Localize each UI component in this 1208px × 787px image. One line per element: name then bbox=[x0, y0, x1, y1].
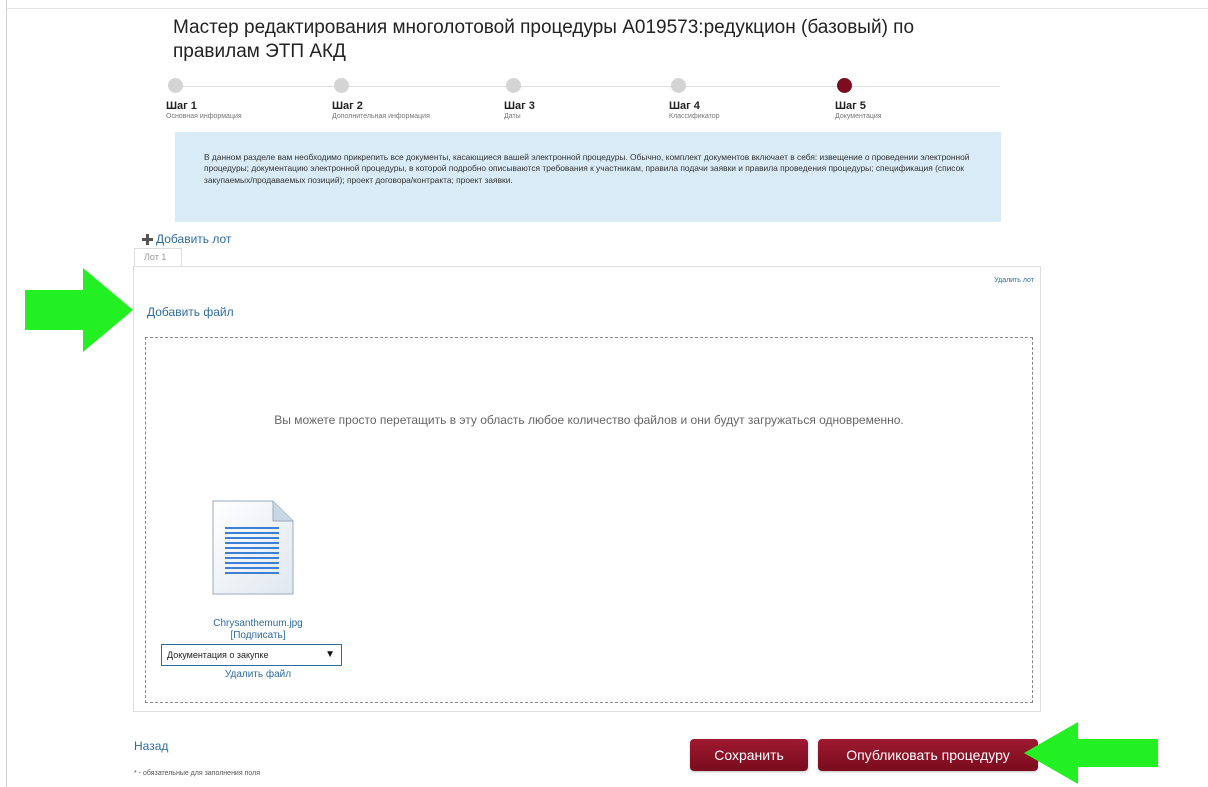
step-4[interactable]: Шаг 4 Классификатор bbox=[669, 78, 829, 122]
step-number: Шаг 1 bbox=[166, 100, 197, 112]
frame-border-top bbox=[6, 8, 1208, 9]
step-subtitle: Документация bbox=[835, 113, 882, 120]
page-title: Мастер редактирования многолотовой проце… bbox=[173, 17, 915, 62]
step-dot-active bbox=[837, 78, 852, 93]
add-file-link[interactable]: Добавить файл bbox=[147, 305, 234, 319]
step-number: Шаг 4 bbox=[669, 100, 700, 112]
dropdown-arrow-icon: ▼ bbox=[325, 649, 335, 660]
plus-icon bbox=[142, 233, 153, 245]
document-type-value: Документация о закупке bbox=[167, 650, 269, 660]
step-number: Шаг 2 bbox=[332, 100, 363, 112]
file-name-link[interactable]: Chrysanthemum.jpg bbox=[183, 618, 333, 630]
document-type-select[interactable]: Документация о закупке ▼ bbox=[161, 644, 342, 666]
annotation-arrow-left-icon bbox=[1024, 722, 1158, 784]
delete-lot-link[interactable]: Удалить лот bbox=[994, 277, 1034, 284]
step-dot bbox=[671, 78, 686, 93]
step-number: Шаг 5 bbox=[835, 100, 866, 112]
step-2[interactable]: Шаг 2 Дополнительная информация bbox=[332, 78, 492, 122]
step-dot bbox=[334, 78, 349, 93]
add-lot-label: Добавить лот bbox=[156, 232, 232, 246]
frame-border-left bbox=[6, 0, 7, 787]
wizard-steps: Шаг 1 Основная информация Шаг 2 Дополнит… bbox=[166, 78, 1006, 128]
step-subtitle: Даты bbox=[504, 113, 521, 120]
step-number: Шаг 3 bbox=[504, 100, 535, 112]
lot-panel: Удалить лот Добавить файл Вы можете прос… bbox=[133, 266, 1041, 712]
document-file-icon[interactable] bbox=[211, 499, 295, 596]
info-box: В данном разделе вам необходимо прикрепи… bbox=[175, 132, 1001, 222]
file-dropzone[interactable]: Вы можете просто перетащить в эту област… bbox=[145, 337, 1033, 703]
save-button[interactable]: Сохранить bbox=[690, 739, 808, 771]
step-dot bbox=[506, 78, 521, 93]
sign-file-link[interactable]: [Подписать] bbox=[183, 630, 333, 642]
back-link[interactable]: Назад bbox=[134, 739, 168, 753]
step-1[interactable]: Шаг 1 Основная информация bbox=[166, 78, 326, 122]
step-3[interactable]: Шаг 3 Даты bbox=[504, 78, 664, 122]
required-fields-note: * - обязательные для заполнения поля bbox=[134, 770, 260, 777]
step-dot bbox=[168, 78, 183, 93]
dropzone-hint: Вы можете просто перетащить в эту област… bbox=[274, 413, 904, 427]
publish-procedure-button[interactable]: Опубликовать процедуру bbox=[818, 739, 1038, 771]
delete-file-link[interactable]: Удалить файл bbox=[183, 669, 333, 680]
tab-lot-1[interactable]: Лот 1 bbox=[134, 248, 182, 266]
step-subtitle: Классификатор bbox=[669, 113, 720, 120]
add-lot-link[interactable]: Добавить лот bbox=[142, 232, 231, 246]
annotation-arrow-right-icon bbox=[25, 268, 133, 352]
step-subtitle: Дополнительная информация bbox=[332, 113, 430, 120]
step-5[interactable]: Шаг 5 Документация bbox=[835, 78, 995, 122]
step-subtitle: Основная информация bbox=[166, 113, 242, 120]
